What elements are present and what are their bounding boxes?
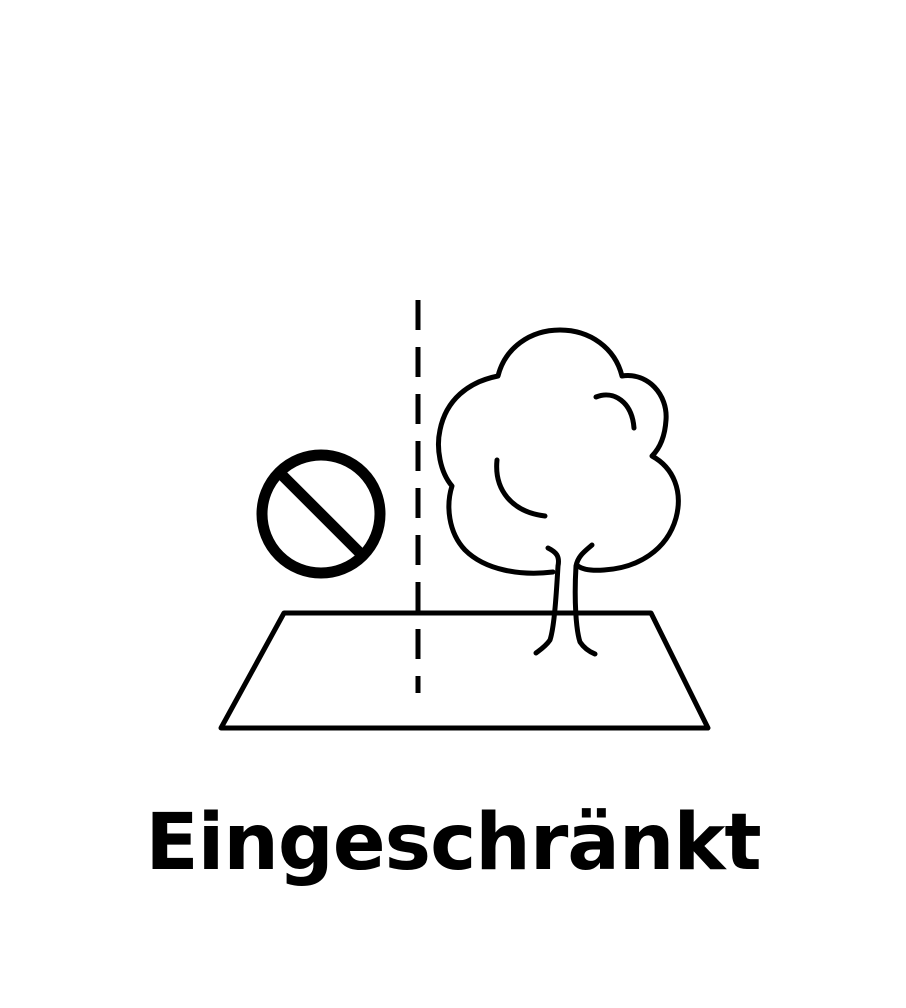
tree-detail bbox=[494, 457, 548, 519]
ground-plot-icon bbox=[218, 610, 711, 731]
tree-canopy bbox=[436, 327, 681, 576]
tree-trunk bbox=[533, 545, 561, 656]
restricted-planting-pictogram bbox=[218, 300, 711, 731]
caption-label: Eingeschränkt bbox=[145, 798, 761, 888]
tree-icon bbox=[436, 327, 681, 657]
tree-detail bbox=[593, 392, 637, 431]
prohibited-icon bbox=[256, 449, 386, 579]
tree-trunk bbox=[572, 542, 598, 657]
